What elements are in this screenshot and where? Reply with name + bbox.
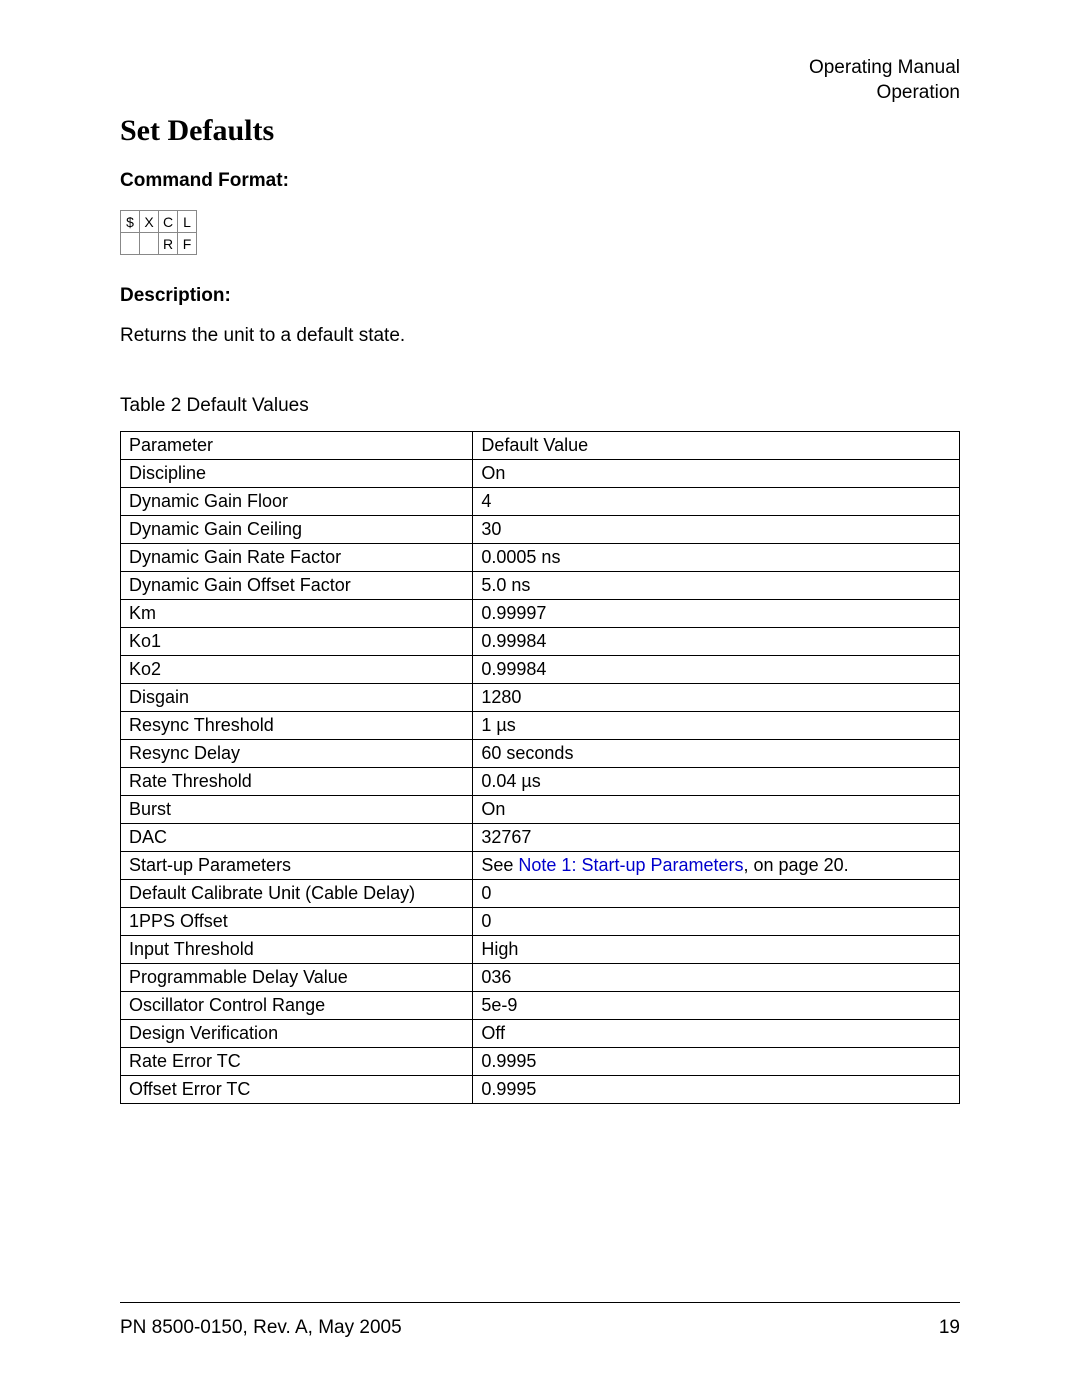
footer-left: PN 8500-0150, Rev. A, May 2005 — [120, 1317, 402, 1339]
value-cell: On — [473, 796, 960, 824]
param-cell: Dynamic Gain Offset Factor — [121, 572, 473, 600]
value-cell: 0 — [473, 880, 960, 908]
value-cell: 0.04 µs — [473, 768, 960, 796]
value-cell: 0.9995 — [473, 1076, 960, 1104]
cmd-cell: L — [178, 211, 197, 233]
param-cell: Oscillator Control Range — [121, 992, 473, 1020]
cmd-cell: F — [178, 233, 197, 255]
value-cell: 1280 — [473, 684, 960, 712]
table-row: BurstOn — [121, 796, 960, 824]
value-cell: 036 — [473, 964, 960, 992]
footer-page-number: 19 — [939, 1317, 960, 1339]
param-cell: 1PPS Offset — [121, 908, 473, 936]
description-label: Description: — [120, 285, 960, 307]
table-row: Start-up ParametersSee Note 1: Start-up … — [121, 852, 960, 880]
command-format-label: Command Format: — [120, 170, 960, 192]
param-cell: Disgain — [121, 684, 473, 712]
param-cell: Offset Error TC — [121, 1076, 473, 1104]
command-format-grid: $ X C L R F — [120, 210, 197, 255]
value-cell: 0 — [473, 908, 960, 936]
cmd-cell: X — [140, 211, 159, 233]
table-row: Dynamic Gain Offset Factor5.0 ns — [121, 572, 960, 600]
table-row: Dynamic Gain Floor4 — [121, 488, 960, 516]
table-row: Resync Delay60 seconds — [121, 740, 960, 768]
param-cell: Km — [121, 600, 473, 628]
param-cell: Rate Error TC — [121, 1048, 473, 1076]
param-cell: Dynamic Gain Floor — [121, 488, 473, 516]
table-header-cell: Default Value — [473, 432, 960, 460]
param-cell: Resync Delay — [121, 740, 473, 768]
cmd-cell: R — [159, 233, 178, 255]
document-header: Operating Manual Operation — [809, 56, 960, 105]
description-text: Returns the unit to a default state. — [120, 325, 960, 347]
param-cell: Dynamic Gain Ceiling — [121, 516, 473, 544]
value-cell: 0.0005 ns — [473, 544, 960, 572]
param-cell: DAC — [121, 824, 473, 852]
header-line-2: Operation — [809, 81, 960, 106]
value-cell: 0.9995 — [473, 1048, 960, 1076]
param-cell: Ko2 — [121, 656, 473, 684]
value-cell: 0.99984 — [473, 628, 960, 656]
value-cell: 5e-9 — [473, 992, 960, 1020]
table-row: Programmable Delay Value036 — [121, 964, 960, 992]
table-row: Disgain1280 — [121, 684, 960, 712]
table-row: Dynamic Gain Ceiling30 — [121, 516, 960, 544]
table-row: Km0.99997 — [121, 600, 960, 628]
param-cell: Discipline — [121, 460, 473, 488]
table-row: Resync Threshold1 µs — [121, 712, 960, 740]
value-cell: 32767 — [473, 824, 960, 852]
cmd-cell: C — [159, 211, 178, 233]
table-row: Default Calibrate Unit (Cable Delay)0 — [121, 880, 960, 908]
param-cell: Rate Threshold — [121, 768, 473, 796]
param-cell: Ko1 — [121, 628, 473, 656]
table-row: Ko20.99984 — [121, 656, 960, 684]
cmd-cell — [121, 233, 140, 255]
value-cell: 30 — [473, 516, 960, 544]
value-cell: On — [473, 460, 960, 488]
page-footer: PN 8500-0150, Rev. A, May 2005 19 — [120, 1302, 960, 1339]
table-caption: Table 2 Default Values — [120, 395, 960, 417]
cmd-cell: $ — [121, 211, 140, 233]
table-row: Rate Threshold0.04 µs — [121, 768, 960, 796]
value-cell: 0.99997 — [473, 600, 960, 628]
cross-reference-link[interactable]: Note 1: Start-up Parameters — [518, 855, 743, 875]
param-cell: Resync Threshold — [121, 712, 473, 740]
param-cell: Start-up Parameters — [121, 852, 473, 880]
value-cell: 0.99984 — [473, 656, 960, 684]
table-row: DAC32767 — [121, 824, 960, 852]
table-row: Input ThresholdHigh — [121, 936, 960, 964]
table-row: Dynamic Gain Rate Factor0.0005 ns — [121, 544, 960, 572]
param-cell: Design Verification — [121, 1020, 473, 1048]
table-header-cell: Parameter — [121, 432, 473, 460]
table-row: Offset Error TC0.9995 — [121, 1076, 960, 1104]
header-line-1: Operating Manual — [809, 56, 960, 81]
param-cell: Burst — [121, 796, 473, 824]
cmd-cell — [140, 233, 159, 255]
value-cell: 4 — [473, 488, 960, 516]
table-row: DisciplineOn — [121, 460, 960, 488]
param-cell: Programmable Delay Value — [121, 964, 473, 992]
value-cell: 5.0 ns — [473, 572, 960, 600]
table-row: 1PPS Offset0 — [121, 908, 960, 936]
page-title: Set Defaults — [120, 114, 960, 148]
param-cell: Dynamic Gain Rate Factor — [121, 544, 473, 572]
table-row: Oscillator Control Range5e-9 — [121, 992, 960, 1020]
table-row: Rate Error TC0.9995 — [121, 1048, 960, 1076]
value-cell: 1 µs — [473, 712, 960, 740]
param-cell: Input Threshold — [121, 936, 473, 964]
param-cell: Default Calibrate Unit (Cable Delay) — [121, 880, 473, 908]
default-values-table: ParameterDefault ValueDisciplineOnDynami… — [120, 431, 960, 1104]
table-row: Ko10.99984 — [121, 628, 960, 656]
value-cell: 60 seconds — [473, 740, 960, 768]
value-cell: See Note 1: Start-up Parameters, on page… — [473, 852, 960, 880]
table-row: Design VerificationOff — [121, 1020, 960, 1048]
value-cell: Off — [473, 1020, 960, 1048]
value-cell: High — [473, 936, 960, 964]
